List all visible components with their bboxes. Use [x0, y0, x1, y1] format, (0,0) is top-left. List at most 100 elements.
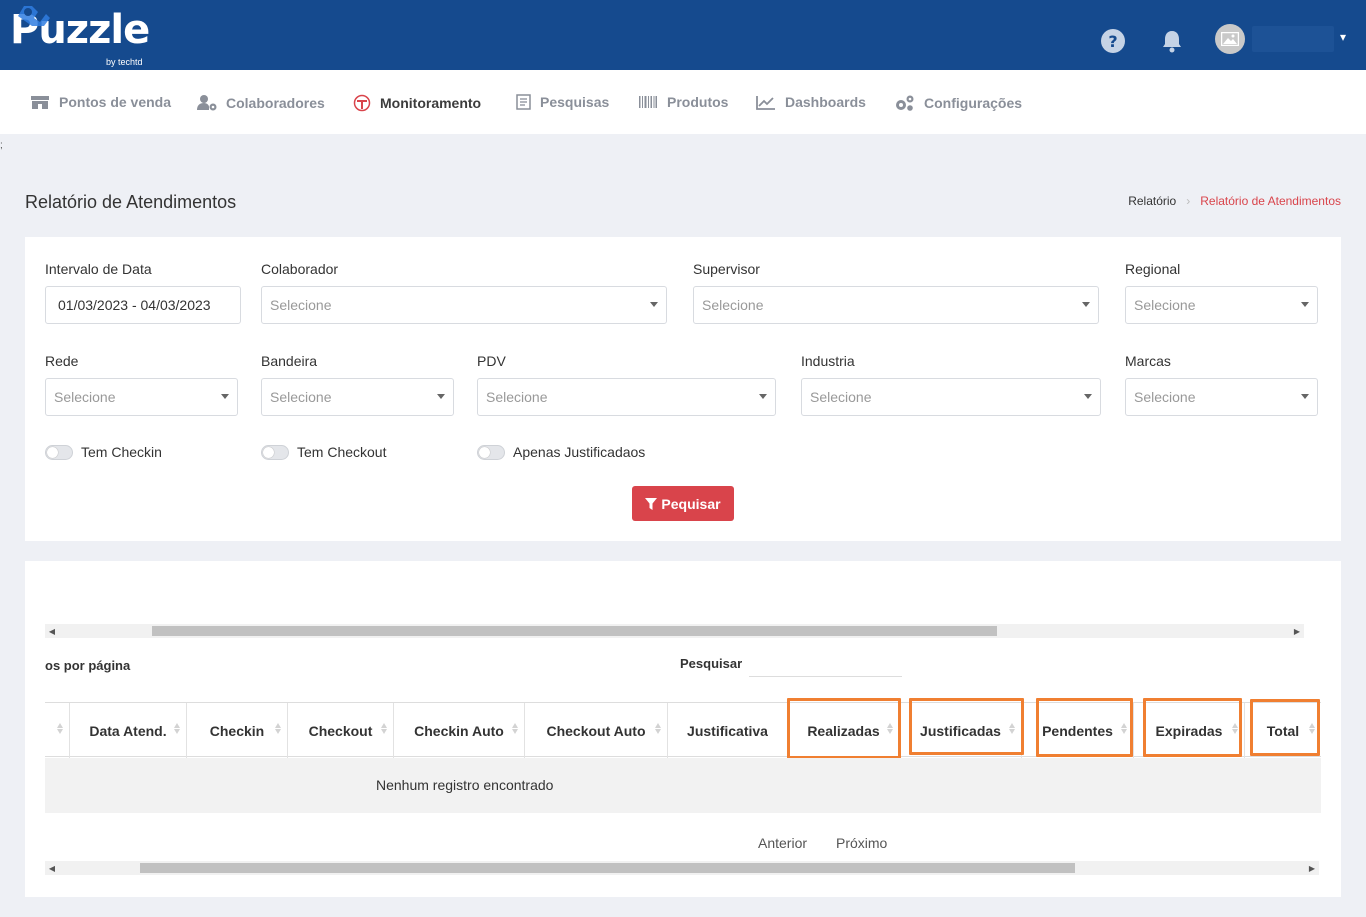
avatar-image-icon	[1221, 32, 1239, 46]
industria-select[interactable]: Selecione	[801, 378, 1101, 416]
gears-icon	[896, 95, 914, 111]
column-header-label: Justificadas	[920, 722, 1001, 739]
date-range-label: Intervalo de Data	[45, 261, 152, 277]
bandeira-select[interactable]: Selecione	[261, 378, 454, 416]
table-header: Data Atend. Checkin Checkout Checkin Aut…	[45, 702, 1321, 758]
marcas-select[interactable]: Selecione	[1125, 378, 1318, 416]
toggle-apenas-justificados[interactable]: Apenas Justificadaos	[477, 444, 645, 460]
column-header-checkin-auto[interactable]: Checkin Auto	[394, 703, 525, 758]
column-header-checkout-auto[interactable]: Checkout Auto	[525, 703, 668, 758]
nav-item-configuracoes[interactable]: Configurações	[894, 94, 1022, 112]
page-title: Relatório de Atendimentos	[25, 192, 237, 212]
avatar[interactable]	[1215, 24, 1245, 54]
results-card: ◀ ▶ os por página Pesquisar Data Atend. …	[25, 561, 1341, 897]
sort-icon	[1309, 723, 1315, 734]
column-header-checkin[interactable]: Checkin	[187, 703, 288, 758]
bell-icon[interactable]	[1159, 28, 1185, 54]
select-placeholder: Selecione	[810, 389, 872, 405]
scroll-left-icon[interactable]: ◀	[45, 624, 59, 638]
logo-subtitle: by techtd	[106, 57, 143, 67]
sort-icon	[174, 723, 180, 734]
industria-label: Industria	[801, 353, 855, 369]
sort-icon	[655, 723, 661, 734]
puzzle-logo[interactable]: Puzzle by techtd	[10, 6, 150, 67]
pdv-select[interactable]: Selecione	[477, 378, 776, 416]
scrollbar-thumb[interactable]	[151, 626, 997, 636]
pagination-previous[interactable]: Anterior	[758, 835, 807, 851]
chevron-down-icon[interactable]: ▾	[1340, 30, 1346, 44]
nav-label: Dashboards	[785, 94, 866, 110]
nav-item-colaboradores[interactable]: Colaboradores	[196, 94, 325, 111]
scroll-right-icon[interactable]: ▶	[1305, 861, 1319, 875]
bottom-horizontal-scrollbar[interactable]: ◀ ▶	[45, 861, 1319, 875]
column-header-label: Checkin Auto	[414, 722, 504, 739]
search-button-label: Pequisar	[661, 495, 721, 512]
column-header-realizadas[interactable]: Realizadas	[788, 703, 900, 758]
column-header-justificadas[interactable]: Justificadas	[900, 703, 1022, 758]
svg-text:?: ?	[1108, 32, 1117, 51]
column-header-pendentes[interactable]: Pendentes	[1022, 703, 1134, 758]
caret-down-icon	[221, 394, 229, 399]
nav-label: Pesquisas	[540, 94, 610, 110]
column-header-justificativa[interactable]: Justificativa	[668, 703, 788, 758]
caret-down-icon	[759, 394, 767, 399]
breadcrumb-relatorio[interactable]: Relatório	[1128, 194, 1176, 208]
user-gear-icon	[197, 95, 217, 111]
pagination-next[interactable]: Próximo	[836, 835, 887, 851]
nav-item-produtos[interactable]: Produtos	[638, 94, 728, 110]
breadcrumb-separator: ›	[1186, 194, 1191, 208]
column-header-label: Pendentes	[1042, 722, 1113, 739]
toggle-tem-checkin[interactable]: Tem Checkin	[45, 444, 162, 460]
nav-label: Configurações	[924, 95, 1023, 111]
help-icon[interactable]: ?	[1100, 28, 1126, 54]
regional-select[interactable]: Selecione	[1125, 286, 1318, 324]
column-header-collapsed[interactable]	[45, 703, 70, 758]
select-placeholder: Selecione	[270, 297, 332, 313]
column-header-checkout[interactable]: Checkout	[288, 703, 394, 758]
nav-item-pontos-de-venda[interactable]: Pontos de venda	[30, 94, 171, 110]
column-header-label: Expiradas	[1155, 722, 1223, 739]
toggle-label: Tem Checkin	[81, 444, 162, 460]
nav-label: Pontos de venda	[59, 94, 172, 110]
scrollbar-thumb[interactable]	[139, 863, 1075, 873]
filter-card: Intervalo de Data 01/03/2023 - 04/03/202…	[25, 237, 1341, 541]
top-horizontal-scrollbar[interactable]: ◀ ▶	[45, 624, 1304, 638]
stray-character: ;	[0, 140, 3, 151]
sort-icon	[275, 723, 281, 734]
caret-down-icon	[437, 394, 445, 399]
scroll-right-icon[interactable]: ▶	[1290, 624, 1304, 638]
sort-icon	[57, 723, 63, 734]
bandeira-label: Bandeira	[261, 353, 318, 369]
column-header-label: Data Atend.	[89, 722, 167, 739]
top-bar: Puzzle by techtd ? ▾	[0, 0, 1366, 70]
column-header-data-atend[interactable]: Data Atend.	[70, 703, 187, 758]
rede-label: Rede	[45, 353, 79, 369]
breadcrumb: Relatório › Relatório de Atendimentos	[1128, 194, 1341, 208]
column-header-label: Checkout	[308, 722, 373, 739]
table-search-input[interactable]	[749, 655, 902, 677]
search-button[interactable]: Pequisar	[632, 486, 734, 521]
user-name-redacted[interactable]	[1252, 26, 1334, 52]
nav-item-dashboards[interactable]: Dashboards	[756, 94, 866, 110]
caret-down-icon	[650, 302, 658, 307]
column-header-total[interactable]: Total	[1245, 703, 1321, 758]
colaborador-select[interactable]: Selecione	[261, 286, 667, 324]
date-range-input[interactable]: 01/03/2023 - 04/03/2023	[45, 286, 241, 324]
supervisor-select[interactable]: Selecione	[693, 286, 1099, 324]
column-header-expiradas[interactable]: Expiradas	[1134, 703, 1245, 758]
nav-label: Produtos	[667, 94, 729, 110]
barcode-icon	[639, 96, 657, 108]
toggle-tem-checkout[interactable]: Tem Checkout	[261, 444, 386, 460]
select-placeholder: Selecione	[702, 297, 764, 313]
nav-item-monitoramento[interactable]: Monitoramento	[353, 94, 481, 112]
rede-select[interactable]: Selecione	[45, 378, 238, 416]
empty-message: Nenhum registro encontrado	[376, 777, 554, 793]
chart-line-icon	[756, 95, 775, 110]
sort-icon	[1121, 723, 1127, 734]
scroll-left-icon[interactable]: ◀	[45, 861, 59, 875]
select-placeholder: Selecione	[270, 389, 332, 405]
marcas-label: Marcas	[1125, 353, 1171, 369]
caret-down-icon	[1084, 394, 1092, 399]
switch-off	[477, 444, 505, 460]
nav-item-pesquisas[interactable]: Pesquisas	[516, 94, 609, 110]
